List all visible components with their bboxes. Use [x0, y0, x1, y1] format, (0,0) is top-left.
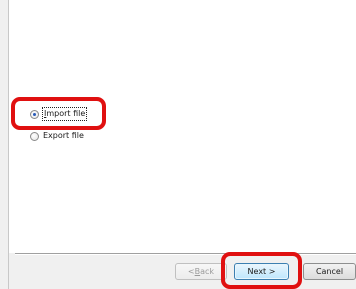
import-file-label[interactable]: Import file: [41, 107, 88, 121]
footer-divider: [15, 253, 356, 254]
cancel-button[interactable]: Cancel: [303, 263, 356, 280]
wizard-content-pane: [9, 0, 356, 253]
import-file-radio[interactable]: [30, 109, 39, 119]
wizard-window: Import file Export file < Back Next > Ca…: [0, 0, 356, 289]
export-file-radio[interactable]: [30, 131, 39, 141]
export-file-option[interactable]: Export file: [30, 130, 84, 142]
next-button[interactable]: Next >: [234, 263, 289, 280]
import-file-option[interactable]: Import file: [30, 107, 88, 121]
back-button[interactable]: < Back: [175, 263, 227, 280]
export-file-label[interactable]: Export file: [43, 130, 84, 142]
